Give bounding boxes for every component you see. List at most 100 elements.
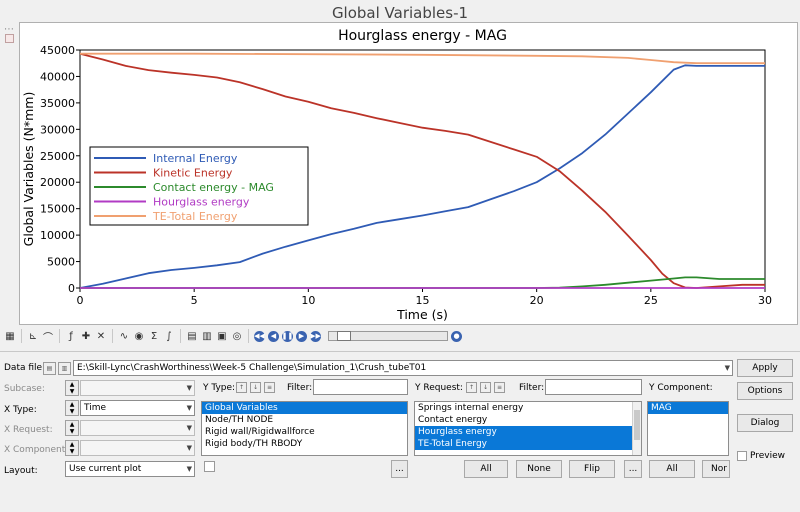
camera-icon[interactable]: ◎ bbox=[231, 330, 243, 342]
ytype-list[interactable]: Global Variables Node/TH NODE Rigid wall/R… bbox=[201, 401, 408, 456]
y-tick-label: 10000 bbox=[40, 229, 75, 242]
chevron-down-icon[interactable]: ▼ bbox=[187, 384, 192, 392]
yrequest-filter-input[interactable] bbox=[545, 379, 642, 395]
ytype-more-button[interactable]: ... bbox=[391, 460, 408, 478]
window-title: Global Variables-1 bbox=[331, 4, 469, 22]
play-icon[interactable]: ▶ bbox=[296, 330, 307, 342]
scrollbar-thumb[interactable] bbox=[634, 410, 640, 440]
ycomponent-all-button[interactable]: All bbox=[649, 460, 695, 478]
xcomponent-spinner[interactable]: ▲ ▼ bbox=[65, 440, 79, 456]
options-button[interactable]: Options bbox=[737, 382, 793, 400]
chevron-down-icon[interactable]: ▼ bbox=[187, 465, 192, 473]
plot-window[interactable]: Hourglass energy - MAG 0 5 10 15 20 25 30 0 5000… bbox=[19, 22, 798, 325]
ytype-list-item[interactable]: Node/TH NODE bbox=[202, 414, 407, 426]
yrequest-flip-button[interactable]: Flip bbox=[569, 460, 615, 478]
yrequest-scrollbar[interactable] bbox=[632, 402, 641, 455]
ytype-list-item[interactable]: Global Variables bbox=[202, 402, 407, 414]
xrequest-spinner[interactable]: ▲ ▼ bbox=[65, 420, 79, 436]
chart-title: Hourglass energy - MAG bbox=[338, 28, 507, 44]
color-icon[interactable]: ◉ bbox=[133, 330, 145, 342]
left-gutter: ⋯ bbox=[0, 20, 19, 325]
speed-icon[interactable]: ● bbox=[451, 330, 462, 342]
sort-asc-icon[interactable]: ↑ bbox=[236, 382, 247, 393]
ytype-list-item[interactable]: Rigid body/TH RBODY bbox=[202, 438, 407, 450]
dialog-button[interactable]: Dialog bbox=[737, 414, 793, 432]
ytype-rows: Global Variables Node/TH NODE Rigid wall/R… bbox=[202, 402, 407, 450]
yrequest-none-button[interactable]: None bbox=[516, 460, 562, 478]
slider-thumb[interactable] bbox=[337, 331, 351, 341]
x-tick-label: 10 bbox=[301, 294, 315, 307]
pin-icon[interactable] bbox=[5, 34, 14, 43]
ycomponent-none-button[interactable]: Nor bbox=[702, 460, 730, 478]
curve-icon[interactable]: ⌒ bbox=[42, 330, 54, 344]
preview-checkbox[interactable] bbox=[737, 451, 747, 461]
y-tick-label: 25000 bbox=[40, 150, 75, 163]
legend[interactable]: Internal Energy Kinetic EnergyContact ene… bbox=[89, 146, 309, 226]
axis-icon[interactable]: ⊾ bbox=[27, 330, 39, 342]
legend-entry[interactable]: Hourglass energy bbox=[153, 196, 250, 209]
ycomponent-list-item[interactable]: MAG bbox=[648, 402, 728, 414]
open-file-icon[interactable]: ▤ bbox=[43, 362, 56, 375]
toolbar-separator bbox=[21, 329, 22, 343]
apply-button[interactable]: Apply bbox=[737, 359, 793, 377]
ytype-list-item[interactable]: Rigid wall/Rigidwallforce bbox=[202, 426, 407, 438]
folder-icon[interactable]: ▥ bbox=[58, 362, 71, 375]
delete-curve-icon[interactable]: ✕ bbox=[95, 330, 107, 342]
subcase-label: Subcase: bbox=[4, 384, 45, 394]
notes-icon[interactable]: ▣ bbox=[216, 330, 228, 342]
peak-icon[interactable]: ∿ bbox=[118, 330, 130, 342]
yrequest-list-item[interactable]: TE-Total Energy bbox=[415, 438, 641, 450]
chevron-down-icon[interactable]: ▼ bbox=[725, 364, 730, 372]
xrequest-select[interactable]: ▼ bbox=[80, 420, 195, 436]
xtype-spinner[interactable]: ▲ ▼ bbox=[65, 400, 79, 416]
yrequest-more-button[interactable]: ... bbox=[624, 460, 642, 478]
app-window: Global Variables-1 ⋯ Hourglass energy - … bbox=[0, 0, 800, 512]
legend-entry[interactable]: Internal Energy bbox=[153, 152, 238, 165]
legend-entry[interactable]: TE-Total Energy bbox=[152, 210, 238, 223]
list-view-icon[interactable]: ≡ bbox=[494, 382, 505, 393]
table-icon[interactable]: ▥ bbox=[201, 330, 213, 342]
chevron-down-icon[interactable]: ▼ bbox=[187, 444, 192, 452]
sort-desc-icon[interactable]: ↓ bbox=[480, 382, 491, 393]
ytype-checkbox[interactable] bbox=[204, 461, 215, 472]
xtype-select[interactable]: Time ▼ bbox=[80, 400, 195, 416]
chevron-down-icon[interactable]: ▼ bbox=[187, 404, 192, 412]
sort-desc-icon[interactable]: ↓ bbox=[250, 382, 261, 393]
prev-icon[interactable]: ◀ bbox=[268, 330, 279, 342]
yrequest-list-item[interactable]: Springs internal energy bbox=[415, 402, 641, 414]
ycomponent-list[interactable]: MAG bbox=[647, 401, 729, 456]
data-file-input[interactable]: E:\Skill-Lync\CrashWorthiness\Week-5 Cha… bbox=[73, 360, 733, 376]
sort-asc-icon[interactable]: ↑ bbox=[466, 382, 477, 393]
animation-slider[interactable] bbox=[328, 331, 448, 341]
yrequest-list-item[interactable]: Contact energy bbox=[415, 414, 641, 426]
yrequest-label: Y Request: bbox=[415, 383, 463, 393]
yrequest-all-button[interactable]: All bbox=[464, 460, 508, 478]
chart-svg[interactable]: Hourglass energy - MAG 0 5 10 15 20 25 30 0 5000… bbox=[20, 23, 797, 324]
plot-type-icon[interactable]: ▦ bbox=[4, 330, 16, 342]
list-view-icon[interactable]: ≡ bbox=[264, 382, 275, 393]
yrequest-list-item[interactable]: Hourglass energy bbox=[415, 426, 641, 438]
integrate-icon[interactable]: ∫ bbox=[163, 330, 175, 342]
pause-icon[interactable]: ❚❚ bbox=[282, 330, 293, 342]
add-curve-icon[interactable]: ✚ bbox=[80, 330, 92, 342]
subcase-select[interactable]: ▼ bbox=[80, 380, 195, 396]
sigma-icon[interactable]: Σ bbox=[148, 330, 160, 342]
plot-toolbar: ▦ ⊾ ⌒ ƒ ✚ ✕ ∿ ◉ Σ ∫ ▤ ▥ ▣ ◎ ◀◀ ◀ ❚❚ ▶ ▶▶… bbox=[0, 326, 800, 346]
yrequest-list[interactable]: Springs internal energy Contact energy Hou… bbox=[414, 401, 642, 456]
chevron-down-icon[interactable]: ▼ bbox=[187, 424, 192, 432]
legend-entry[interactable]: Contact energy - MAG bbox=[153, 181, 274, 194]
y-tick-label: 5000 bbox=[47, 256, 75, 269]
ytype-label: Y Type: bbox=[203, 383, 236, 393]
ytype-filter-input[interactable] bbox=[313, 379, 408, 395]
grid-icon[interactable]: ▤ bbox=[186, 330, 198, 342]
rewind-icon[interactable]: ◀◀ bbox=[254, 330, 265, 342]
layout-label: Layout: bbox=[4, 466, 38, 476]
x-axis-title: Time (s) bbox=[396, 307, 448, 322]
xcomponent-select[interactable]: ▼ bbox=[80, 440, 195, 456]
legend-entry[interactable]: Kinetic Energy bbox=[153, 167, 233, 180]
math-icon[interactable]: ƒ bbox=[65, 330, 77, 342]
subcase-spinner[interactable]: ▲ ▼ bbox=[65, 380, 79, 396]
end-icon[interactable]: ▶▶ bbox=[310, 330, 321, 342]
toolbar-separator bbox=[248, 329, 249, 343]
layout-select[interactable]: Use current plot ▼ bbox=[65, 461, 195, 477]
